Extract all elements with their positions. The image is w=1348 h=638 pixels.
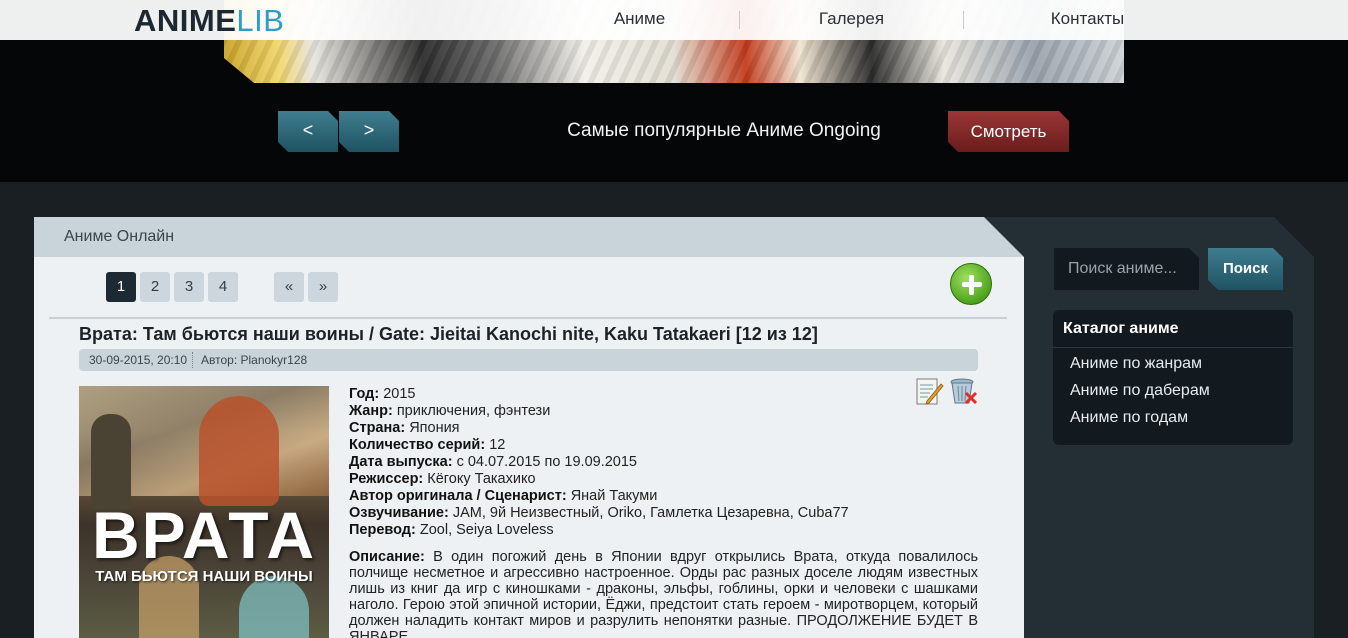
info-row: Жанр: приключения, фэнтези <box>349 403 551 419</box>
watch-button[interactable]: Смотреть <box>948 111 1069 152</box>
info-row: Режиссер: Кёгоку Такахико <box>349 471 536 487</box>
add-plus-icon[interactable] <box>950 263 992 305</box>
page-last-button[interactable]: » <box>308 272 338 302</box>
info-row: Год: 2015 <box>349 386 416 402</box>
catalog-divider <box>1053 347 1293 348</box>
info-row: Перевод: Zool, Seiya Loveless <box>349 522 554 538</box>
anime-info: Год: 2015 Жанр: приключения, фэнтези Стр… <box>349 386 978 638</box>
post-date: 30-09-2015, 20:10 <box>89 353 188 367</box>
search-input[interactable]: Поиск аниме... <box>1054 248 1199 290</box>
slider-title: Самые популярные Аниме Ongoing <box>567 120 881 141</box>
catalog-item-dubbers[interactable]: Аниме по даберам <box>1070 382 1210 400</box>
post-meta: 30-09-2015, 20:10 Автор: Planokyr128 <box>79 349 978 371</box>
nav-anime[interactable]: Аниме <box>540 0 739 40</box>
anime-poster[interactable]: ВРАТА ТАМ БЬЮТСЯ НАШИ ВОИНЫ <box>79 386 329 638</box>
pagination: 1 2 3 4 « » <box>106 272 342 302</box>
catalog-title: Каталог аниме <box>1063 320 1179 337</box>
poster-title: ВРАТА <box>91 498 317 572</box>
post-title[interactable]: Врата: Там бьются наши воины / Gate: Jie… <box>79 324 818 345</box>
catalog-box: Каталог аниме Аниме по жанрам Аниме по д… <box>1053 310 1293 445</box>
slider-prev-button[interactable]: < <box>278 111 338 152</box>
slider-next-button[interactable]: > <box>339 111 399 152</box>
page-button-4[interactable]: 4 <box>208 272 238 302</box>
divider <box>49 317 1007 319</box>
main-header-title: Аниме Онлайн <box>64 228 175 245</box>
info-row: Страна: Япония <box>349 420 460 436</box>
page-button-1[interactable]: 1 <box>106 272 136 302</box>
nav-gallery[interactable]: Галерея <box>740 0 963 40</box>
site-header: ANIMELIB Аниме Галерея Контакты <box>0 0 1348 40</box>
logo-part1: ANIME <box>134 3 237 38</box>
info-row: Дата выпуска: с 04.07.2015 по 19.09.2015 <box>349 454 637 470</box>
page-first-button[interactable]: « <box>274 272 304 302</box>
poster-subtitle: ТАМ БЬЮТСЯ НАШИ ВОИНЫ <box>95 568 313 585</box>
post-author[interactable]: Автор: Planokyr128 <box>201 353 307 367</box>
main-content: Аниме Онлайн 1 2 3 4 « » Врата: Там бьют… <box>34 217 1024 638</box>
info-row: Автор оригинала / Сценарист: Янай Такуми <box>349 488 658 504</box>
meta-divider <box>192 352 193 368</box>
info-row: Количество серий: 12 <box>349 437 506 453</box>
catalog-item-years[interactable]: Аниме по годам <box>1070 409 1188 427</box>
search-button[interactable]: Поиск <box>1208 248 1283 290</box>
main-header: Аниме Онлайн <box>34 217 1024 257</box>
logo-part2: LIB <box>236 3 285 38</box>
catalog-item-genres[interactable]: Аниме по жанрам <box>1070 355 1202 373</box>
main-nav: Аниме Галерея Контакты <box>540 0 1220 40</box>
site-logo[interactable]: ANIMELIB <box>134 3 284 39</box>
nav-contacts[interactable]: Контакты <box>964 0 1211 40</box>
page-button-3[interactable]: 3 <box>174 272 204 302</box>
page-button-2[interactable]: 2 <box>140 272 170 302</box>
info-row: Озвучивание: JAM, 9й Неизвестный, Oriko,… <box>349 505 849 521</box>
anime-description: Описание: В один погожий день в Японии в… <box>349 549 979 638</box>
